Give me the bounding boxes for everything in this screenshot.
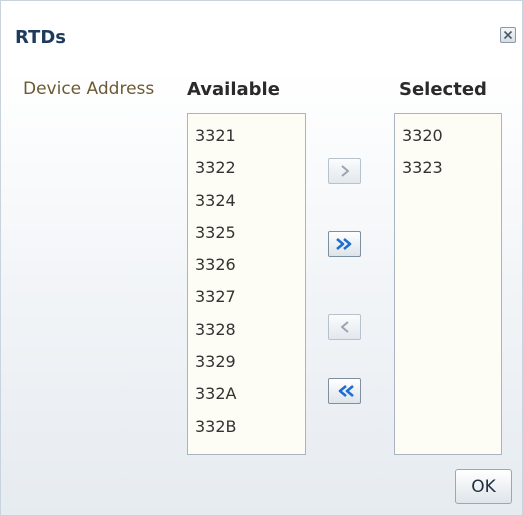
remove-all-button[interactable]: [328, 378, 361, 404]
remove-button[interactable]: [328, 314, 361, 340]
selected-listbox[interactable]: 3320 3323: [394, 113, 502, 455]
list-item[interactable]: 332A: [188, 378, 305, 410]
available-header: Available: [187, 79, 280, 100]
list-item[interactable]: 3329: [188, 346, 305, 378]
list-item[interactable]: 332B: [188, 411, 305, 443]
available-listbox[interactable]: 3321 3322 3324 3325 3326 3327 3328 3329 332A 332B: [187, 113, 306, 455]
double-chevron-left-icon: [335, 384, 355, 398]
device-address-label: Device Address: [23, 79, 155, 99]
list-item[interactable]: 3328: [188, 314, 305, 346]
list-item[interactable]: 3324: [188, 185, 305, 217]
close-button[interactable]: [500, 27, 516, 43]
list-item[interactable]: 3325: [188, 217, 305, 249]
double-chevron-right-icon: [335, 237, 355, 251]
list-item[interactable]: 3320: [395, 120, 501, 152]
move-all-button[interactable]: [328, 231, 361, 257]
list-item[interactable]: 3326: [188, 249, 305, 281]
move-button[interactable]: [328, 158, 361, 184]
list-item[interactable]: 3322: [188, 152, 305, 184]
chevron-left-icon: [338, 320, 352, 334]
list-item[interactable]: 3321: [188, 120, 305, 152]
close-icon: [503, 30, 513, 40]
rtds-dialog: RTDs Device Address Available Selected 3…: [0, 0, 523, 516]
chevron-right-icon: [338, 164, 352, 178]
list-item[interactable]: 3327: [188, 281, 305, 313]
list-item[interactable]: 3323: [395, 152, 501, 184]
dialog-title: RTDs: [15, 27, 66, 48]
ok-button[interactable]: OK: [455, 469, 512, 504]
selected-header: Selected: [399, 79, 487, 100]
